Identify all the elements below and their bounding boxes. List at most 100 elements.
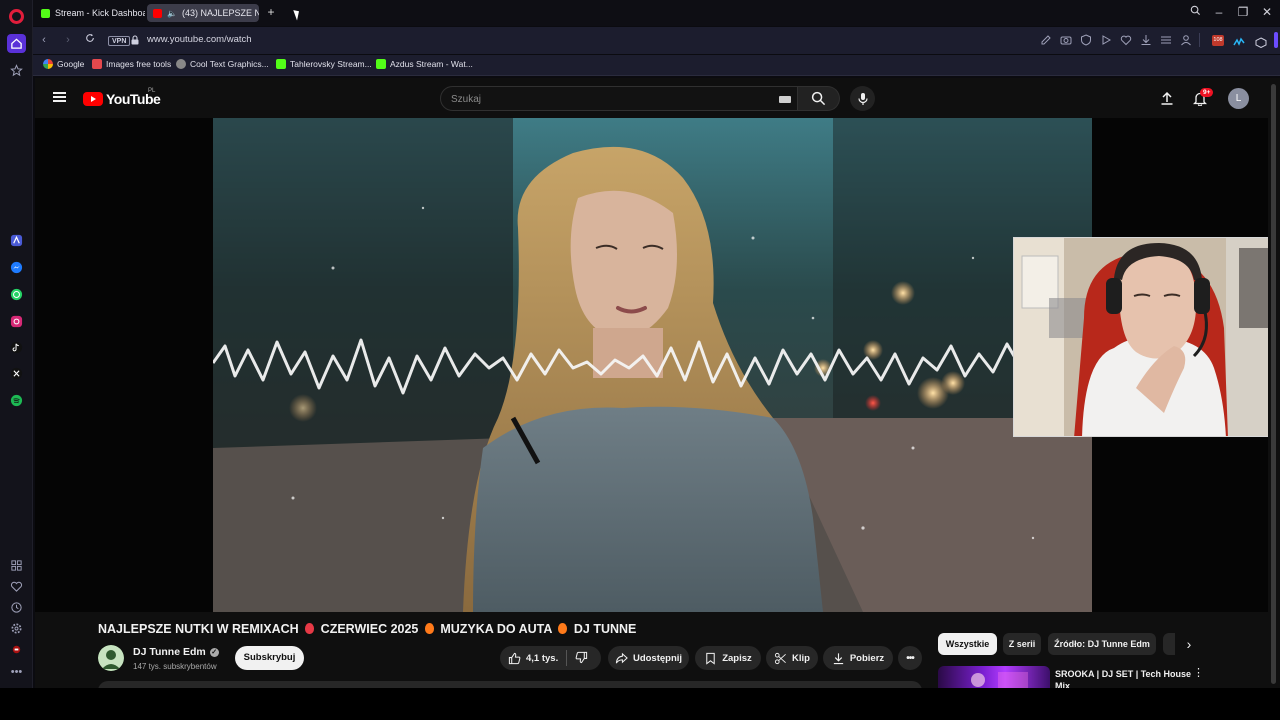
toolbar-divider	[1199, 33, 1200, 47]
play-icon[interactable]	[1100, 34, 1112, 46]
recommended-thumbnail[interactable]	[938, 666, 1050, 688]
shield-icon[interactable]	[1080, 34, 1092, 46]
favorite-heart-icon[interactable]	[1120, 34, 1132, 46]
speaker-icon[interactable]: 🔈	[167, 9, 177, 18]
opera-logo-icon[interactable]	[9, 9, 24, 24]
search-icon	[811, 91, 826, 106]
camera-icon[interactable]	[1060, 34, 1072, 46]
clip-label: Klip	[792, 652, 810, 664]
star-icon[interactable]	[7, 61, 26, 80]
vpn-badge[interactable]: VPN	[108, 36, 131, 46]
channel-name-row[interactable]: DJ Tunne Edm ✓	[133, 646, 219, 658]
scrollbar-thumb[interactable]	[1271, 84, 1276, 684]
kick-favicon-icon	[41, 8, 50, 18]
share-button[interactable]: Udostępnij	[608, 646, 689, 670]
extensions-cube-icon[interactable]	[1255, 35, 1267, 49]
x-twitter-icon[interactable]	[7, 364, 26, 383]
back-button[interactable]: ‹	[37, 33, 51, 47]
search-button[interactable]	[798, 86, 840, 111]
page-scrollbar[interactable]	[1268, 78, 1280, 688]
easy-setup-icon[interactable]	[1160, 34, 1172, 46]
thumbs-down-icon	[575, 651, 588, 664]
bookmark-label: Cool Text Graphics...	[190, 59, 269, 69]
more-vertical-icon[interactable]: ⋮	[1193, 668, 1204, 682]
recommended-title[interactable]: SROOKA | DJ SET | Tech House Mix	[1055, 668, 1195, 688]
workspaces-icon[interactable]	[7, 556, 26, 575]
download-icon[interactable]	[1140, 34, 1152, 46]
new-tab-button[interactable]: +	[264, 6, 278, 20]
video-title: NAJLEPSZE NUTKI W REMIXACH CZERWIEC 2025…	[98, 622, 636, 636]
subscribe-button[interactable]: Subskrybuj	[235, 646, 304, 670]
chip-from-series[interactable]: Z serii	[1003, 633, 1041, 655]
forward-button[interactable]: ›	[61, 33, 75, 47]
webcam-overlay	[1013, 237, 1268, 437]
chevron-right-icon[interactable]: ›	[1182, 637, 1196, 651]
bookmark-cool-text[interactable]: Cool Text Graphics...	[176, 59, 269, 69]
notification-badge: 9+	[1200, 88, 1214, 97]
calendar-extension-icon[interactable]: 108	[1212, 35, 1224, 46]
save-button[interactable]: Zapisz	[695, 646, 761, 670]
instagram-icon[interactable]	[7, 312, 26, 331]
tiktok-icon[interactable]	[7, 338, 26, 357]
like-count[interactable]: 4,1 tys.	[526, 653, 558, 664]
lock-icon[interactable]	[131, 35, 139, 45]
search-tabs-icon[interactable]	[1187, 5, 1203, 19]
whatsapp-icon[interactable]	[7, 285, 26, 304]
channel-avatar-image	[98, 645, 124, 671]
upload-button[interactable]	[1158, 89, 1176, 107]
browser-sidebar: •••	[0, 0, 33, 688]
url-text[interactable]: www.youtube.com/watch	[147, 34, 252, 45]
download-button[interactable]: Pobierz	[823, 646, 893, 670]
bookmark-images-free-tools[interactable]: Images free tools	[92, 59, 171, 69]
more-horizontal-icon: •••	[906, 652, 914, 664]
clip-button[interactable]: Klip	[766, 646, 818, 670]
edit-icon[interactable]	[1040, 34, 1052, 46]
history-icon[interactable]	[7, 598, 26, 617]
tab-youtube[interactable]: 🔈 (43) NAJLEPSZE NUTK	[147, 4, 259, 22]
ublock-icon[interactable]	[7, 640, 26, 659]
bookmark-azdus[interactable]: Azdus Stream - Wat...	[376, 59, 473, 69]
minimize-button[interactable]: –	[1211, 5, 1227, 19]
description-box[interactable]	[98, 681, 922, 688]
tab-kick-dashboard[interactable]: Stream - Kick Dashboard	[35, 4, 145, 22]
chip-overflow[interactable]	[1163, 633, 1175, 655]
voice-search-button[interactable]	[850, 86, 875, 111]
home-icon[interactable]	[7, 34, 26, 53]
screen: ••• Stream - Kick Dashboard 🔈 (43) NAJLE…	[0, 0, 1280, 720]
reload-button[interactable]	[83, 33, 97, 47]
spotify-icon[interactable]	[7, 391, 26, 410]
settings-gear-icon[interactable]	[7, 619, 26, 638]
tab-bar: Stream - Kick Dashboard 🔈 (43) NAJLEPSZE…	[33, 0, 1280, 26]
keyboard-icon[interactable]	[779, 96, 791, 103]
extension-wave-icon[interactable]	[1233, 35, 1245, 46]
more-actions-button[interactable]: •••	[898, 646, 922, 670]
profile-icon[interactable]	[1180, 34, 1192, 46]
video-frame[interactable]	[213, 118, 1092, 612]
bookmark-tahlerovsky[interactable]: Tahlerovsky Stream...	[276, 59, 372, 69]
search-input[interactable]	[451, 91, 751, 107]
restore-button[interactable]: ❐	[1235, 5, 1251, 19]
channel-name[interactable]: DJ Tunne Edm	[133, 646, 206, 658]
more-dots-icon[interactable]: •••	[7, 662, 26, 681]
channel-avatar[interactable]	[98, 645, 124, 671]
close-window-button[interactable]: ✕	[1259, 5, 1275, 19]
messenger-icon[interactable]	[7, 258, 26, 277]
thumbs-up-icon[interactable]	[508, 652, 521, 665]
title-part: DJ TUNNE	[573, 622, 637, 636]
video-player[interactable]	[35, 118, 1268, 612]
account-avatar[interactable]: L	[1228, 88, 1249, 109]
country-code: PL	[148, 88, 156, 94]
heart-icon[interactable]	[7, 577, 26, 596]
save-label: Zapisz	[722, 652, 752, 664]
menu-icon[interactable]	[53, 92, 66, 102]
recommended-thumbnail-image	[971, 672, 1028, 688]
download-label: Pobierz	[849, 652, 885, 664]
aria-icon[interactable]	[7, 231, 26, 250]
bookmark-google[interactable]: Google	[43, 59, 84, 69]
dislike-button[interactable]	[575, 651, 589, 665]
chip-all[interactable]: Wszystkie	[938, 633, 997, 655]
share-icon	[615, 652, 628, 663]
pin-emoji-icon	[305, 623, 315, 634]
google-favicon-icon	[43, 59, 53, 69]
chip-source-channel[interactable]: Źródło: DJ Tunne Edm	[1048, 633, 1156, 655]
